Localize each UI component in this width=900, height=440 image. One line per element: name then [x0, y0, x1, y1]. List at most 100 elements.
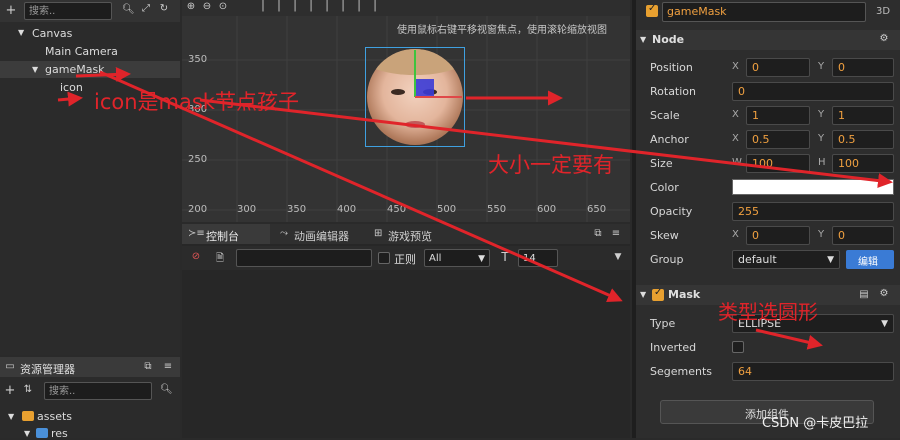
- x-tick-label: 500: [437, 204, 457, 215]
- zoom-in-icon[interactable]: ⊕: [185, 1, 197, 12]
- console-tabs: ≻≡ 控制台 ⤳ 动画编辑器 ⊞ 游戏预览 ⧉ ≡: [182, 224, 630, 244]
- group-edit-button[interactable]: 编辑: [846, 250, 894, 269]
- tree-item-assets[interactable]: assets: [37, 410, 72, 423]
- tree-toggle-gamemask-icon[interactable]: ▼: [32, 65, 38, 74]
- rotation-label: Rotation: [650, 85, 697, 98]
- mask-segments-label: Segements: [650, 365, 712, 378]
- x-tick-label: 600: [537, 204, 557, 215]
- tree-toggle-res-icon[interactable]: ▼: [24, 429, 30, 438]
- add-asset-icon[interactable]: +: [4, 383, 16, 398]
- console-panel: ≻≡ 控制台 ⤳ 动画编辑器 ⊞ 游戏预览 ⧉ ≡ ⊘ 🗎︎ 正则 All ▼ …: [182, 224, 630, 438]
- axis-y-label: Y: [818, 109, 825, 120]
- menu-icon[interactable]: ≡: [162, 361, 174, 372]
- assets-panel: ▭ 资源管理器 ⧉ ≡ + ⇅ 搜索.. 🔍︎ ▼ assets ▼ res: [0, 357, 180, 440]
- tree-item-main-camera[interactable]: Main Camera: [45, 45, 118, 58]
- search-icon[interactable]: 🔍︎: [160, 384, 173, 395]
- scene-toolbar: ⊕ ⊖ ⊙ ┃┃┃┃┃┃┃┃ 使用鼠标右键平移视窗焦点，使用滚轮缩放视图: [182, 0, 630, 36]
- log-file-icon[interactable]: 🗎︎: [214, 251, 226, 268]
- opacity-label: Opacity: [650, 205, 693, 218]
- gear-icon[interactable]: ⚙: [878, 33, 890, 44]
- axis-w-label: W: [732, 157, 742, 168]
- assets-folder-icon: [22, 411, 34, 421]
- hierarchy-search-input[interactable]: 搜索..: [24, 2, 112, 20]
- popout-icon[interactable]: ⧉: [142, 361, 154, 372]
- anchor-y-field[interactable]: 0.5: [832, 130, 894, 149]
- mask-enabled-checkbox[interactable]: [652, 287, 664, 301]
- axis-y-label: Y: [818, 133, 825, 144]
- color-label: Color: [650, 181, 679, 194]
- search-icon[interactable]: 🔍︎: [122, 4, 135, 15]
- anchor-x-field[interactable]: 0.5: [746, 130, 810, 149]
- annotation-size-required: 大小一定要有: [488, 153, 614, 177]
- tree-item-icon[interactable]: icon: [60, 81, 83, 94]
- position-x-field[interactable]: 0: [746, 58, 810, 77]
- tab-animation[interactable]: ⤳ 动画编辑器: [274, 224, 366, 244]
- move-gizmo-x[interactable]: [415, 96, 462, 98]
- skew-y-field[interactable]: 0: [832, 226, 894, 245]
- opacity-field[interactable]: 255: [732, 202, 894, 221]
- badge-3d[interactable]: 3D: [876, 6, 890, 17]
- regex-label: 正则: [394, 253, 416, 266]
- rotation-field[interactable]: 0: [732, 82, 894, 101]
- sort-icon[interactable]: ⇅: [22, 384, 34, 395]
- clear-icon[interactable]: ⊘: [190, 251, 202, 262]
- inspector-scrollbar[interactable]: [632, 0, 636, 438]
- zoom-out-icon[interactable]: ⊖: [201, 1, 213, 12]
- tree-toggle-assets-icon[interactable]: ▼: [8, 412, 14, 421]
- axis-x-label: X: [732, 61, 739, 72]
- tab-console[interactable]: ≻≡ 控制台: [182, 224, 270, 244]
- position-y-field[interactable]: 0: [832, 58, 894, 77]
- add-icon[interactable]: +: [4, 3, 18, 18]
- tree-item-gamemask[interactable]: gameMask: [45, 63, 105, 76]
- group-select[interactable]: default ▼: [732, 250, 840, 269]
- log-level-select[interactable]: All ▼: [424, 249, 490, 267]
- mask-inverted-label: Inverted: [650, 341, 697, 354]
- gear-icon[interactable]: ⚙: [878, 288, 890, 299]
- node-active-checkbox[interactable]: [646, 3, 658, 17]
- tree-item-res[interactable]: res: [51, 427, 68, 440]
- regex-checkbox[interactable]: [378, 252, 390, 264]
- chevron-down-icon: ▼: [881, 319, 888, 329]
- position-label: Position: [650, 61, 693, 74]
- console-filter-input[interactable]: [236, 249, 372, 267]
- font-size-field[interactable]: 14: [518, 249, 558, 267]
- zoom-reset-icon[interactable]: ⊙: [217, 1, 229, 12]
- scale-x-field[interactable]: 1: [746, 106, 810, 125]
- portrait-eye-left: [391, 89, 405, 95]
- mask-segments-field[interactable]: 64: [732, 362, 894, 381]
- watermark: CSDN @卡皮巴拉: [762, 416, 869, 431]
- size-h-field[interactable]: 100: [832, 154, 894, 173]
- expand-icon[interactable]: ⤢: [140, 3, 152, 14]
- size-w-field[interactable]: 100: [746, 154, 810, 173]
- move-gizmo-handle[interactable]: [416, 79, 434, 96]
- tab-console-label: 控制台: [206, 230, 239, 243]
- node-name-input[interactable]: gameMask: [662, 2, 866, 22]
- scale-y-field[interactable]: 1: [832, 106, 894, 125]
- inspector-panel: gameMask 3D ▼ Node ⚙ Position X 0 Y 0 Ro…: [632, 0, 900, 438]
- assets-search-input[interactable]: 搜索..: [44, 382, 152, 400]
- popout-icon[interactable]: ⧉: [592, 228, 604, 239]
- node-section-title: Node: [652, 33, 685, 46]
- menu-icon[interactable]: ≡: [610, 228, 622, 239]
- tree-toggle-canvas-icon[interactable]: ▼: [18, 28, 24, 37]
- y-tick-label: 200: [188, 204, 208, 215]
- tab-game-preview[interactable]: ⊞ 游戏预览: [368, 224, 452, 244]
- console-tab-icon: ≻≡: [188, 228, 205, 239]
- chevron-down-icon: ▼: [478, 254, 485, 264]
- axis-x-label: X: [732, 229, 739, 240]
- tab-animation-label: 动画编辑器: [294, 230, 349, 243]
- book-icon[interactable]: ▤: [858, 289, 870, 300]
- chevron-down-icon: ▼: [827, 255, 834, 265]
- axis-h-label: H: [818, 157, 826, 168]
- collapse-icon[interactable]: ▼: [612, 252, 624, 262]
- tree-item-canvas[interactable]: Canvas: [32, 27, 72, 40]
- group-edit-label: 编辑: [858, 257, 878, 268]
- mask-inverted-checkbox[interactable]: [732, 341, 744, 353]
- x-tick-label: 450: [387, 204, 407, 215]
- font-size-icon: T: [501, 250, 509, 264]
- axis-x-label: X: [732, 133, 739, 144]
- color-swatch[interactable]: [732, 179, 894, 195]
- align-tools-icon[interactable]: ┃┃┃┃┃┃┃┃: [244, 1, 404, 12]
- refresh-icon[interactable]: ↻: [158, 3, 170, 14]
- skew-x-field[interactable]: 0: [746, 226, 810, 245]
